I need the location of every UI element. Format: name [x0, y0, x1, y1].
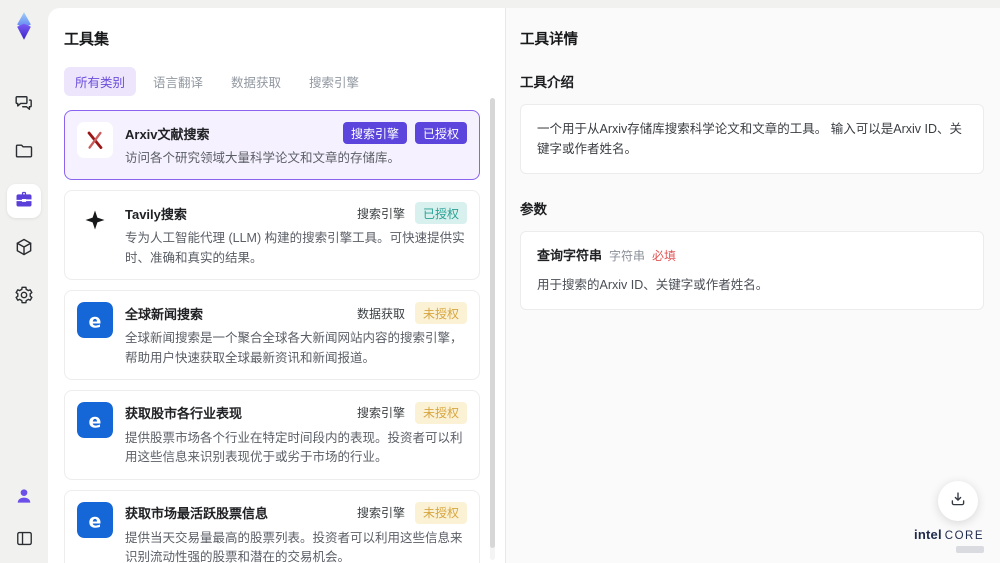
- category-tabs: 所有类别 语言翻译 数据获取 搜索引擎: [64, 67, 479, 96]
- tool-description: 提供当天交易量最高的股票列表。投资者可以利用这些信息来识别流动性强的股票和潜在的…: [125, 530, 463, 563]
- sidebar-item-settings[interactable]: [7, 280, 41, 314]
- tool-description: 全球新闻搜索是一个聚合全球各大新闻网站内容的搜索引擎，帮助用户快速获取全球最新资…: [125, 331, 463, 365]
- auth-status-badge: 已授权: [414, 122, 467, 144]
- intro-heading: 工具介绍: [520, 75, 574, 90]
- sidebar-item-chat[interactable]: [7, 88, 41, 122]
- svg-text:e: e: [89, 311, 102, 333]
- tool-name: Tavily搜索: [125, 206, 187, 222]
- panel-toggle-icon[interactable]: [7, 521, 41, 555]
- category-badge: 数据获取: [356, 306, 405, 321]
- tool-description: 提供股票市场各个行业在特定时间段内的表现。投资者可以利用这些信息来识别表现优于或…: [125, 430, 463, 465]
- category-tab[interactable]: 语言翻译: [142, 67, 214, 96]
- category-tab[interactable]: 所有类别: [64, 67, 137, 96]
- sidebar-nav: [7, 88, 41, 314]
- sidebar-item-files[interactable]: [7, 136, 41, 170]
- svg-text:e: e: [89, 410, 102, 432]
- tool-name: 获取股市各行业表现: [125, 406, 243, 422]
- param-type: 字符串: [609, 249, 646, 263]
- auth-status-badge: 未授权: [414, 401, 467, 424]
- param-card: 查询字符串 字符串 必填 用于搜索的Arxiv ID、关键字或作者姓名。: [520, 231, 984, 310]
- category-badge: 搜索引擎: [356, 406, 405, 421]
- sidebar: [0, 0, 48, 563]
- tool-card[interactable]: e 获取股市各行业表现 搜索引擎 未授权 提供股票市场各个行业在特定时间段内的表…: [64, 389, 480, 480]
- category-badge: 搜索引擎: [356, 206, 405, 221]
- download-icon: [949, 490, 967, 513]
- intel-core-sub-badge: [956, 546, 984, 553]
- tool-card[interactable]: e 全球新闻搜索 数据获取 未授权 全球新闻搜索是一个聚合全球各大新闻网站内容的…: [64, 290, 480, 380]
- app-logo-icon: [8, 10, 40, 42]
- param-required-badge: 必填: [652, 249, 677, 263]
- svg-text:e: e: [89, 510, 102, 532]
- tool-description: 访问各个研究领域大量科学论文和文章的存储库。: [125, 151, 401, 165]
- page-title: 工具集: [64, 31, 110, 48]
- tool-name: 全球新闻搜索: [125, 306, 204, 322]
- param-name: 查询字符串: [537, 248, 603, 263]
- tool-detail-panel: 工具详情 工具介绍 一个用于从Arxiv存储库搜索科学论文和文章的工具。 输入可…: [505, 8, 1000, 563]
- list-scrollbar[interactable]: [490, 98, 495, 560]
- cube-icon: [14, 237, 34, 262]
- tool-name: Arxiv文献搜索: [125, 126, 210, 142]
- tool-card[interactable]: Tavily搜索 搜索引擎 已授权 专为人工智能代理 (LLM) 构建的搜索引擎…: [64, 190, 480, 281]
- param-description: 用于搜索的Arxiv ID、关键字或作者姓名。: [537, 277, 769, 292]
- tool-list-panel: 工具集 所有类别 语言翻译 数据获取 搜索引擎 Arxiv文献搜索 搜索引擎 已授权 …: [48, 8, 505, 563]
- intro-card: 一个用于从Arxiv存储库搜索科学论文和文章的工具。 输入可以是Arxiv ID…: [520, 104, 984, 174]
- sidebar-bottom: [7, 479, 41, 555]
- user-avatar[interactable]: [7, 479, 41, 513]
- tool-card[interactable]: e 获取市场最活跃股票信息 搜索引擎 未授权 提供当天交易量最高的股票列表。投资…: [64, 489, 480, 563]
- briefcase-icon: [14, 189, 34, 214]
- category-badge: 搜索引擎: [356, 506, 405, 521]
- auth-status-badge: 未授权: [414, 302, 467, 325]
- auth-status-badge: 未授权: [414, 501, 467, 524]
- gear-icon: [14, 285, 34, 310]
- category-tab[interactable]: 数据获取: [220, 67, 292, 96]
- auth-status-badge: 已授权: [414, 202, 467, 225]
- news-app-icon: e: [77, 302, 113, 339]
- sidebar-item-models[interactable]: [7, 232, 41, 266]
- app-window: 工具集 所有类别 语言翻译 数据获取 搜索引擎 Arxiv文献搜索 搜索引擎 已授权 …: [0, 0, 1000, 563]
- chat-icon: [14, 93, 34, 118]
- stocks-app-icon: e: [77, 501, 113, 538]
- category-badge: 搜索引擎: [342, 122, 407, 144]
- scrollbar-thumb[interactable]: [490, 98, 495, 548]
- detail-title: 工具详情: [520, 32, 578, 48]
- download-button[interactable]: [938, 481, 978, 521]
- stocks-app-icon: e: [77, 401, 113, 438]
- folder-icon: [14, 141, 34, 166]
- intel-core-logo: intel core: [914, 526, 984, 553]
- tool-name: 获取市场最活跃股票信息: [125, 506, 269, 522]
- tool-list: Arxiv文献搜索 搜索引擎 已授权 访问各个研究领域大量科学论文和文章的存储库…: [64, 110, 480, 563]
- sidebar-item-tools[interactable]: [7, 184, 41, 218]
- arxiv-icon: [77, 122, 113, 158]
- category-tab[interactable]: 搜索引擎: [298, 67, 370, 96]
- tool-description: 专为人工智能代理 (LLM) 构建的搜索引擎工具。可快速提供实时、准确和真实的结…: [125, 231, 465, 265]
- sparkle-icon: [77, 202, 113, 239]
- tool-card[interactable]: Arxiv文献搜索 搜索引擎 已授权 访问各个研究领域大量科学论文和文章的存储库…: [64, 110, 480, 181]
- params-heading: 参数: [520, 202, 547, 217]
